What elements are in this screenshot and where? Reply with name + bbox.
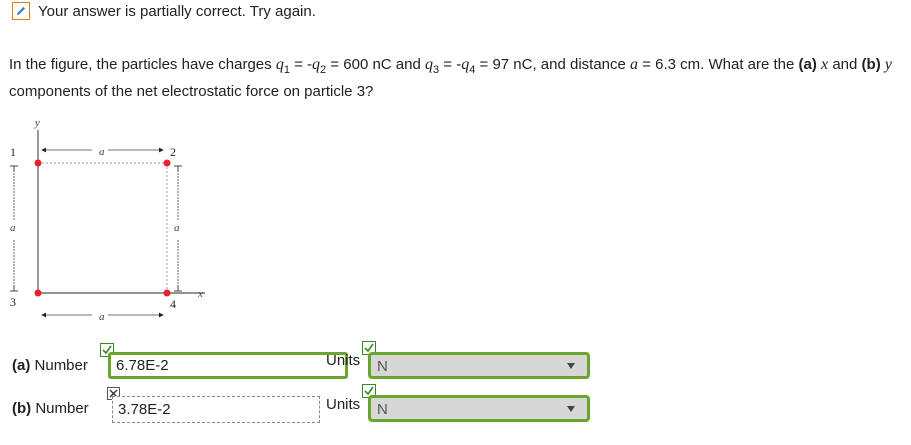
particle-3 (34, 289, 42, 297)
status-line: Your answer is partially correct. Try ag… (12, 0, 316, 22)
units-select-b-value: N (377, 401, 388, 418)
units-label-b: Units (326, 396, 361, 413)
particle-1 (34, 159, 42, 167)
x-axis-label: x (197, 288, 203, 300)
particle-3-label: 3 (10, 295, 16, 309)
question-text: In the figure, the particles have charge… (9, 56, 892, 100)
y-axis-label: y (34, 117, 40, 129)
particle-4-label: 4 (170, 297, 176, 311)
a-bottom-label: a (99, 311, 105, 323)
pencil-icon (12, 2, 30, 20)
part-a-label: (a) (12, 356, 31, 374)
status-text: Your answer is partially correct. Try ag… (38, 2, 316, 20)
chevron-down-icon (567, 363, 575, 369)
units-select-b[interactable]: N (368, 395, 590, 422)
number-label-b: Number (35, 399, 89, 417)
units-select-a-value: N (377, 358, 388, 375)
part-b-label: (b) (12, 399, 32, 417)
number-label-a: Number (34, 356, 88, 374)
particle-4 (163, 289, 171, 297)
a-right-label: a (174, 222, 180, 234)
particle-2-label: 2 (170, 145, 176, 159)
answer-a-number-input[interactable] (108, 352, 348, 379)
units-label-a: Units (326, 352, 361, 369)
charge-figure: y x a a a a 1 2 3 4 (10, 117, 205, 323)
chevron-down-icon (567, 406, 575, 412)
a-top-label: a (99, 146, 105, 158)
answer-b-number-input[interactable] (112, 396, 320, 423)
particle-1-label: 1 (10, 145, 16, 159)
particle-2 (163, 159, 171, 167)
units-select-a[interactable]: N (368, 352, 590, 379)
a-left-label: a (10, 222, 16, 234)
